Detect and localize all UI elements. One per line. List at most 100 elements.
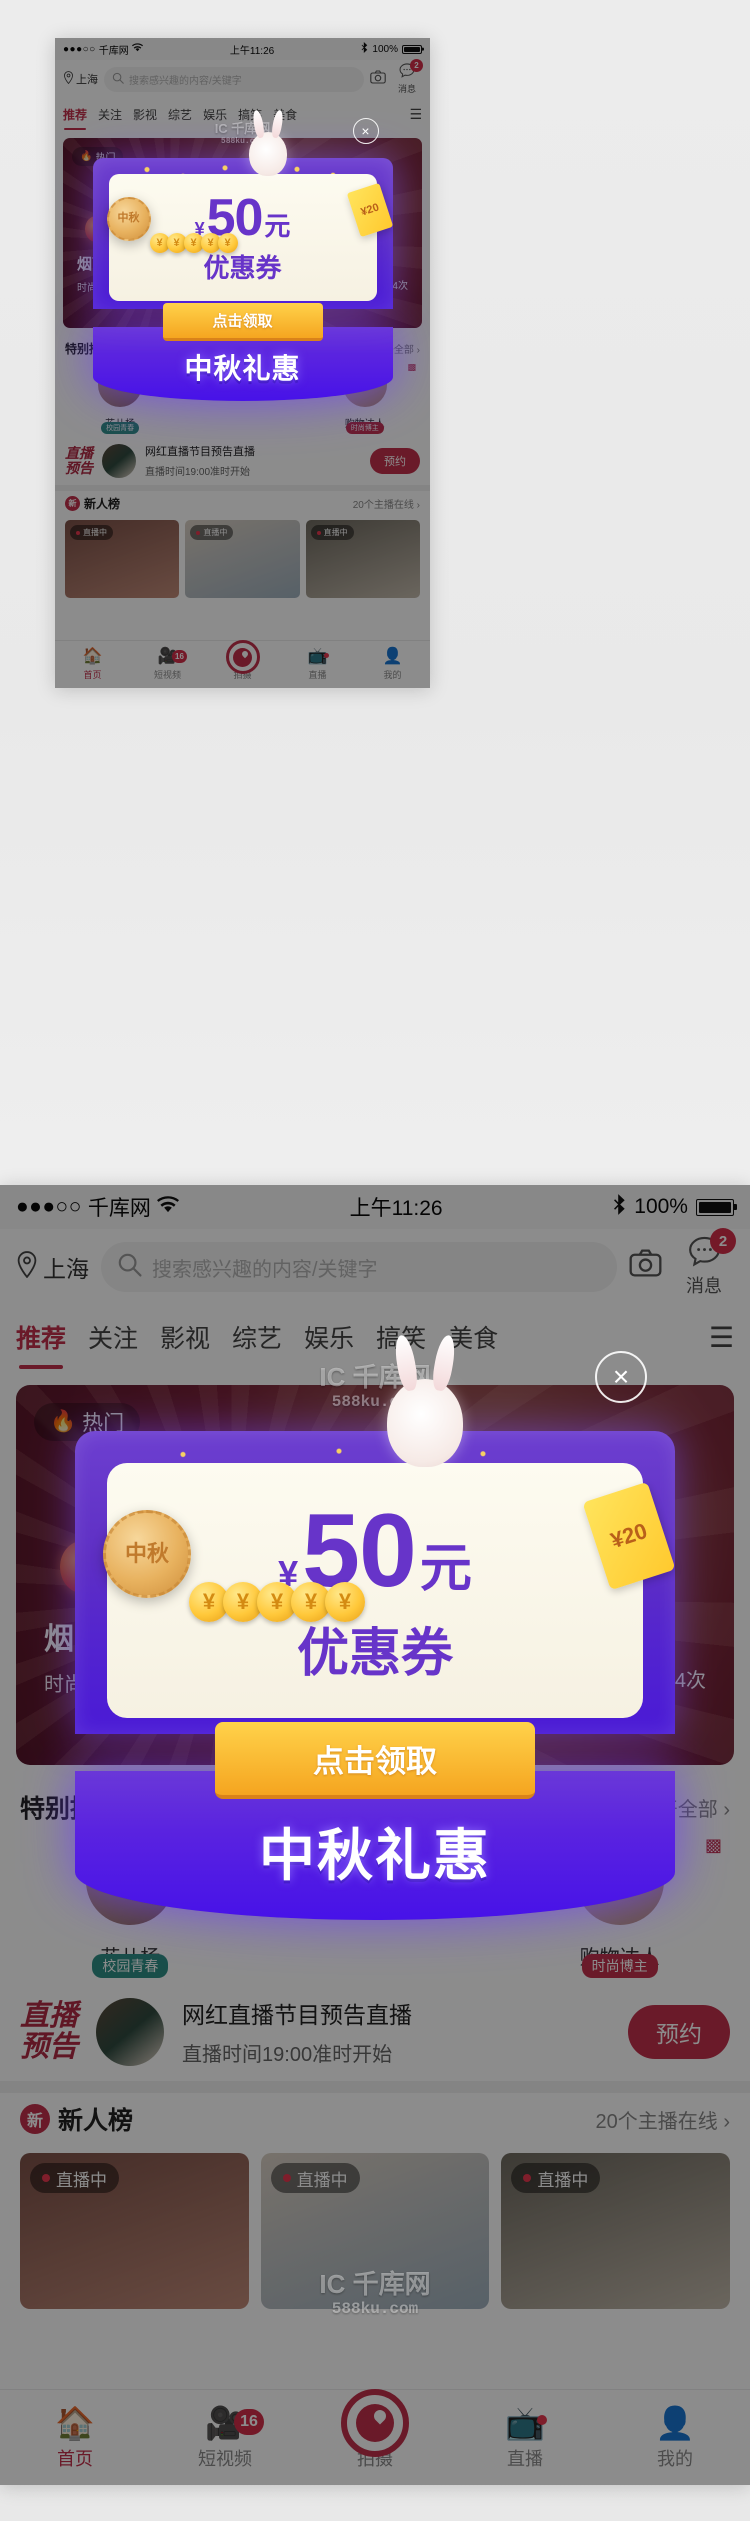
book-button[interactable]: 预约 [370,447,420,474]
chevron-right-icon: › [416,500,420,511]
modal-ribbon-text: 中秋礼惠 [259,1824,491,1887]
live-card[interactable]: 直播中 [185,520,300,598]
bluetooth-icon [361,42,368,56]
messages-button[interactable]: 消息 2 [674,1228,736,1298]
mooncake-icon: 中秋 [106,197,151,241]
section-divider [0,2081,750,2093]
close-x-icon[interactable]: × [352,118,379,144]
chevron-right-icon: › [723,1798,730,1821]
messages-badge: 2 [410,59,423,72]
newcomer-section-more[interactable]: 20个主播在线 › [596,2105,730,2134]
coupon-modal: × ¥ 50 元 优惠券 中秋 ¥20 ¥ ¥ ¥ ¥ ¥ 点击领取 中秋礼惠 [92,110,393,401]
tabbar-item-home[interactable]: 🏠 首页 [55,648,130,681]
tabbar-item-profile[interactable]: 👤 我的 [600,2405,750,2471]
newcomer-section-title: 新人榜 [84,497,121,511]
tab-recommend[interactable]: 推荐 [16,1319,66,1355]
video-icon: 🎥 [205,2404,245,2441]
messages-button[interactable]: 消息 2 [392,59,423,95]
tv-icon: 📺 [505,2404,545,2441]
location-selector[interactable]: 上海 [63,71,98,87]
live-dot-icon [76,530,80,535]
app-header: 上海 搜索感兴趣的内容/关键字 消息 2 [55,59,430,98]
tabbar-item-live[interactable]: 📺 直播 [450,2405,600,2471]
tabbar-item-shoot[interactable]: 拍摄 [300,2388,450,2471]
live-preview-label: 直播 预告 [20,2000,79,2063]
claim-button[interactable]: 点击领取 [215,1722,535,1799]
hamburger-menu-icon[interactable]: ☰ [709,1321,734,1354]
live-preview-time: 直播时间19:00准时开始 [182,2044,393,2066]
live-preview-time: 直播时间19:00准时开始 [145,467,251,478]
live-preview-title: 网红直播节目预告直播 [182,2002,413,2028]
hamburger-menu-icon[interactable]: ☰ [409,106,422,123]
live-status-badge: 直播中 [310,525,354,540]
live-dot-icon [196,530,201,535]
live-preview-row[interactable]: 直播 预告 网红直播节目预告直播 直播时间19:00准时开始 预约 [0,1982,750,2081]
camera-icon[interactable] [629,1249,662,1285]
wifi-icon [131,43,143,55]
tabbar-badge: 16 [234,2408,264,2435]
coupon-type-label: 优惠券 [296,1625,453,1683]
signal-dots-icon: ●●●○○ [16,1195,82,1218]
tabbar-dot [323,653,329,658]
bluetooth-icon [613,1193,626,1221]
tabbar-label: 直播 [507,2448,543,2469]
location-selector[interactable]: 上海 [16,1250,89,1284]
shoot-icon[interactable] [225,640,260,674]
coin-row: ¥ ¥ ¥ ¥ ¥ [189,1582,365,1622]
book-button[interactable]: 预约 [628,2004,730,2059]
tv-icon: 📺 [307,648,328,665]
newcomer-section-more[interactable]: 20个主播在线 › [353,496,420,511]
tabbar-item-shortvideo[interactable]: 🎥 16 短视频 [130,648,205,681]
clock-label: 上午11:26 [349,1197,443,1220]
tabbar-label: 我的 [657,2448,693,2469]
live-preview-label: 直播 预告 [65,444,93,476]
claim-button[interactable]: 点击领取 [162,303,323,341]
messages-label: 消息 [686,1276,722,1296]
live-card-grid: 直播中 直播中 直播中 [55,516,430,598]
tabbar-item-home[interactable]: 🏠 首页 [0,2405,150,2471]
live-card[interactable]: 直播中 [305,520,420,598]
tabbar-item-live[interactable]: 📺 直播 [280,648,355,681]
tabbar-item-shortvideo[interactable]: 🎥 16 短视频 [150,2405,300,2471]
live-preview-row[interactable]: 直播 预告 网红直播节目预告直播 直播时间19:00准时开始 预约 [55,436,430,485]
search-input[interactable]: 搜索感兴趣的内容/关键字 [101,1242,617,1292]
close-x-icon[interactable]: × [595,1351,647,1403]
newcomer-section-header: 新 新人榜 20个主播在线 › [55,491,430,516]
live-dot-icon [42,2174,50,2182]
tabbar-label: 短视频 [153,670,181,680]
flame-icon: 🔥 [50,1410,77,1433]
newcomer-section-title: 新人榜 [58,2107,134,2135]
phone-mockup-preview: ●●●○○ 千库网 上午11:26 100% 上海 搜索感兴趣的内容/关键字 消… [55,38,430,688]
new-badge: 新 [20,2104,50,2134]
search-input[interactable]: 搜索感兴趣的内容/关键字 [104,66,364,92]
chevron-right-icon: › [416,345,420,356]
rabbit-mascot-icon [248,132,287,176]
tabbar-item-shoot[interactable]: 拍摄 [205,640,280,681]
camera-icon[interactable] [370,70,386,88]
search-placeholder: 搜索感兴趣的内容/关键字 [152,1258,378,1281]
chart-bars-icon: ▩ [407,362,416,372]
live-card[interactable]: 直播中 [260,2153,490,2309]
live-card[interactable]: 直播中 [65,520,180,598]
shoot-icon[interactable] [341,2388,409,2457]
live-dot-icon [282,2174,291,2182]
tab-recommend[interactable]: 推荐 [63,106,87,123]
live-status-badge: 直播中 [30,2163,119,2193]
battery-icon [695,1198,734,1216]
coupon-modal: × ¥ 50 元 优惠券 中秋 ¥20 ¥ ¥ ¥ ¥ ¥ 点击领取 中秋礼惠 [75,1335,676,1920]
live-dot-icon [316,530,321,535]
live-status-badge: 直播中 [190,525,234,540]
newcomer-section-header: 新 新人榜 20个主播在线 › [0,2093,750,2145]
live-card[interactable]: 直播中 [20,2153,249,2309]
home-icon: 🏠 [55,2404,95,2441]
anchor-tag: 时尚博主 [581,1954,658,1978]
mooncake-icon: 中秋 [103,1510,191,1598]
person-icon: 👤 [382,648,403,665]
messages-badge: 2 [710,1228,736,1254]
coin-icon: ¥ [325,1582,365,1622]
live-preview-title: 网红直播节目预告直播 [145,446,255,458]
tabbar-label: 首页 [83,670,102,680]
tabbar-item-profile[interactable]: 👤 我的 [355,648,430,681]
live-card[interactable]: 直播中 [501,2153,731,2309]
location-pin-icon [63,71,74,87]
